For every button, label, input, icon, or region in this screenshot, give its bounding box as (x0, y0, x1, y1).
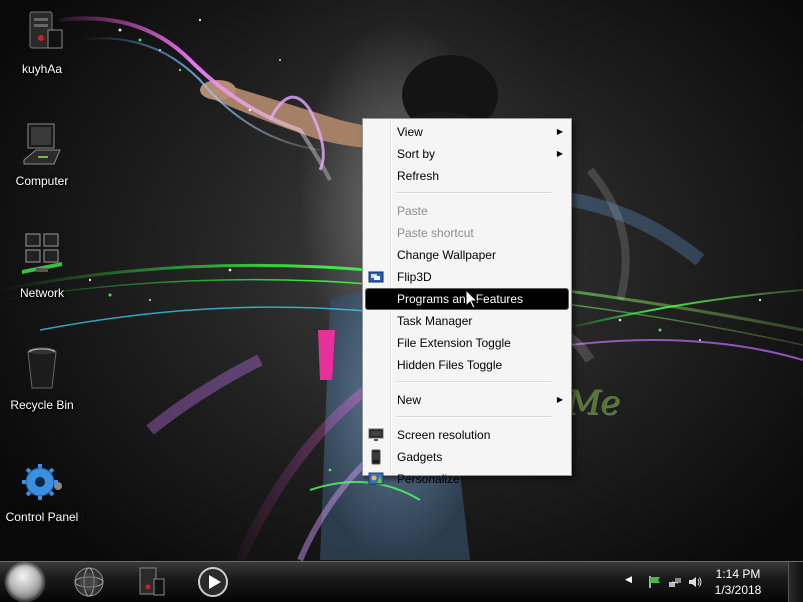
desktop-icon-label: Network (19, 286, 64, 300)
taskbar: ◀ 1:14 PM 1/3/2018 (0, 561, 803, 602)
desktop-icon-network[interactable]: Network (2, 232, 82, 300)
menu-item-sort-by[interactable]: Sort by ▶ (363, 143, 571, 165)
taskbar-media-player-button[interactable] (196, 565, 230, 599)
menu-item-label: Sort by (397, 147, 436, 161)
network-icon (22, 233, 62, 274)
taskbar-computer-button[interactable] (134, 565, 168, 599)
menu-item-paste-shortcut: Paste shortcut (363, 222, 571, 244)
submenu-arrow-icon: ▶ (556, 149, 563, 158)
monitor-icon (368, 428, 384, 441)
menu-item-label: Paste (397, 204, 428, 218)
submenu-arrow-icon: ▶ (556, 127, 563, 136)
menu-item-task-manager[interactable]: Task Manager (363, 310, 571, 332)
menu-item-label: Flip3D (397, 270, 432, 284)
menu-separator (397, 416, 551, 418)
menu-item-refresh[interactable]: Refresh (363, 165, 571, 187)
menu-item-file-extension-toggle[interactable]: File Extension Toggle (363, 332, 571, 354)
show-desktop-button[interactable] (788, 562, 803, 602)
clock-date: 1/3/2018 (714, 583, 762, 597)
menu-item-gadgets[interactable]: Gadgets (363, 446, 571, 468)
action-center-flag-icon[interactable] (647, 574, 663, 590)
menu-item-label: Task Manager (397, 314, 473, 328)
desktop-icon-label: Control Panel (5, 510, 79, 524)
desktop-icon-label: kuyhAa (21, 62, 63, 76)
menu-item-screen-resolution[interactable]: Screen resolution (363, 424, 571, 446)
laptop-icon (23, 123, 61, 165)
system-tray: ◀ 1:14 PM 1/3/2018 (603, 562, 803, 602)
menu-item-label: Screen resolution (397, 428, 491, 442)
desktop-icon-control-panel[interactable]: Control Panel (2, 456, 82, 524)
menu-item-change-wallpaper[interactable]: Change Wallpaper (363, 244, 571, 266)
start-button[interactable] (6, 563, 44, 601)
submenu-arrow-icon: ▶ (556, 395, 563, 404)
desktop[interactable]: kuyhAa Computer Network Recycle Bin Cont… (0, 0, 803, 561)
menu-item-label: Refresh (397, 169, 440, 183)
mouse-cursor-icon (466, 290, 478, 309)
menu-item-label: Hidden Files Toggle (397, 358, 503, 372)
menu-item-label: Change Wallpaper (397, 248, 496, 262)
clock[interactable]: 1:14 PM 1/3/2018 (703, 566, 773, 598)
menu-item-flip3d[interactable]: Flip3D (363, 266, 571, 288)
menu-item-hidden-files-toggle[interactable]: Hidden Files Toggle (363, 354, 571, 376)
personalize-icon (368, 472, 384, 485)
volume-icon[interactable] (687, 574, 703, 590)
network-tray-icon[interactable] (667, 574, 683, 590)
gadgets-icon (371, 449, 381, 465)
show-hidden-icons-arrow-icon[interactable]: ◀ (625, 575, 632, 585)
menu-item-personalize[interactable]: Personalize (363, 468, 571, 490)
desktop-icon-recycle-bin[interactable]: Recycle Bin (2, 344, 82, 412)
menu-item-label: Personalize (397, 472, 460, 486)
menu-item-view[interactable]: View ▶ (363, 121, 571, 143)
desktop-icon-kuyhaa[interactable]: kuyhAa (2, 8, 82, 76)
clock-time: 1:14 PM (715, 567, 761, 581)
computer-tower-icon (29, 11, 63, 49)
control-panel-icon (22, 464, 62, 500)
desktop-icon-label: Computer (15, 174, 69, 188)
desktop-icon-computer[interactable]: Computer (2, 120, 82, 188)
menu-item-label: New (397, 393, 422, 407)
taskbar-browser-button[interactable] (72, 565, 106, 599)
desktop-icon-label: Recycle Bin (10, 398, 74, 412)
menu-item-label: Paste shortcut (397, 226, 474, 240)
menu-item-label: File Extension Toggle (397, 336, 511, 350)
menu-item-new[interactable]: New ▶ (363, 389, 571, 411)
menu-item-label: View (397, 125, 423, 139)
recycle-bin-icon (27, 347, 57, 389)
flip3d-icon (368, 271, 384, 283)
menu-separator (397, 381, 551, 383)
menu-item-label: Gadgets (397, 450, 443, 464)
menu-separator (397, 192, 551, 194)
menu-item-label: Programs and Features (397, 292, 524, 306)
menu-item-paste: Paste (363, 200, 571, 222)
